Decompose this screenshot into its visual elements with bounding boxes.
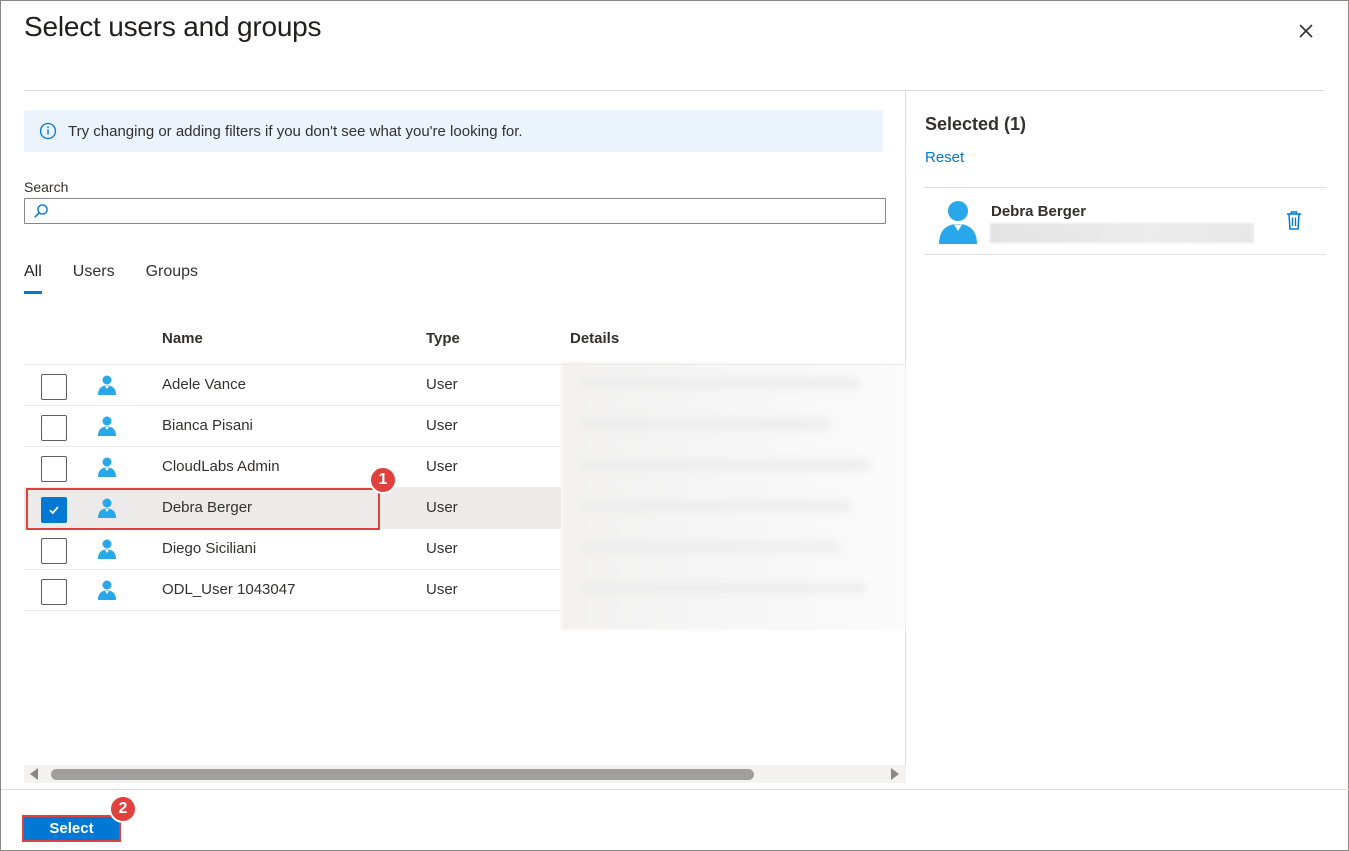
row-checkbox[interactable] <box>41 415 67 441</box>
scrollbar-thumb[interactable] <box>51 769 754 780</box>
user-icon <box>98 375 116 395</box>
row-name: CloudLabs Admin <box>162 458 280 475</box>
user-icon <box>98 580 116 600</box>
row-checkbox[interactable] <box>41 374 67 400</box>
scroll-left-icon[interactable] <box>30 768 38 780</box>
results-table: Name Type Details Adele Vance User Bianc… <box>24 323 906 611</box>
row-type: User <box>426 458 458 475</box>
row-name: ODL_User 1043047 <box>162 581 296 598</box>
dialog-title: Select users and groups <box>24 11 322 42</box>
callout-badge-1: 1 <box>369 466 397 494</box>
row-type: User <box>426 499 458 516</box>
search-label: Search <box>24 179 69 195</box>
user-icon <box>98 416 116 436</box>
table-row[interactable]: Diego Siciliani User <box>24 529 561 570</box>
table-row[interactable]: ODL_User 1043047 User <box>24 570 561 611</box>
user-avatar-icon <box>939 201 977 244</box>
column-header-name[interactable]: Name <box>162 330 203 347</box>
close-icon[interactable] <box>1293 18 1319 44</box>
row-type: User <box>426 376 458 393</box>
search-input[interactable] <box>55 201 875 221</box>
tab-users[interactable]: Users <box>73 263 115 294</box>
callout-badge-2: 2 <box>109 795 137 823</box>
search-icon <box>33 203 51 221</box>
table-row[interactable]: Bianca Pisani User <box>24 406 561 447</box>
row-checkbox[interactable] <box>41 579 67 605</box>
selected-item-name: Debra Berger <box>991 203 1087 220</box>
column-header-details[interactable]: Details <box>570 330 619 347</box>
dialog-frame: Select users and groups Try changing or … <box>0 0 1349 851</box>
footer-divider <box>1 789 1349 790</box>
row-checkbox[interactable] <box>41 456 67 482</box>
select-button[interactable]: Select <box>22 815 121 842</box>
info-icon <box>38 121 58 141</box>
user-icon <box>98 539 116 559</box>
row-type: User <box>426 417 458 434</box>
column-header-type[interactable]: Type <box>426 330 460 347</box>
selected-item-detail-redacted <box>990 223 1254 243</box>
scroll-right-icon[interactable] <box>891 768 899 780</box>
info-text: Try changing or adding filters if you do… <box>68 122 523 140</box>
row-type: User <box>426 540 458 557</box>
tab-groups[interactable]: Groups <box>146 263 198 294</box>
row-name: Adele Vance <box>162 376 246 393</box>
table-row[interactable]: Adele Vance User <box>24 365 561 406</box>
callout-highlight-1 <box>26 488 380 530</box>
row-checkbox[interactable] <box>41 538 67 564</box>
horizontal-scrollbar[interactable] <box>24 765 906 783</box>
info-banner: Try changing or adding filters if you do… <box>24 110 883 152</box>
header-divider <box>24 90 1325 91</box>
search-box[interactable] <box>24 198 886 224</box>
table-header: Name Type Details <box>24 323 906 365</box>
tab-all[interactable]: All <box>24 263 42 294</box>
tab-list: All Users Groups <box>24 263 229 295</box>
selected-item: Debra Berger <box>924 187 1326 255</box>
reset-link[interactable]: Reset <box>925 149 964 166</box>
row-name: Diego Siciliani <box>162 540 257 557</box>
delete-icon[interactable] <box>1284 209 1304 231</box>
row-type: User <box>426 581 458 598</box>
selected-header: Selected (1) <box>925 114 1027 134</box>
row-name: Bianca Pisani <box>162 417 253 434</box>
table-row[interactable]: CloudLabs Admin User <box>24 447 561 488</box>
user-icon <box>98 457 116 477</box>
